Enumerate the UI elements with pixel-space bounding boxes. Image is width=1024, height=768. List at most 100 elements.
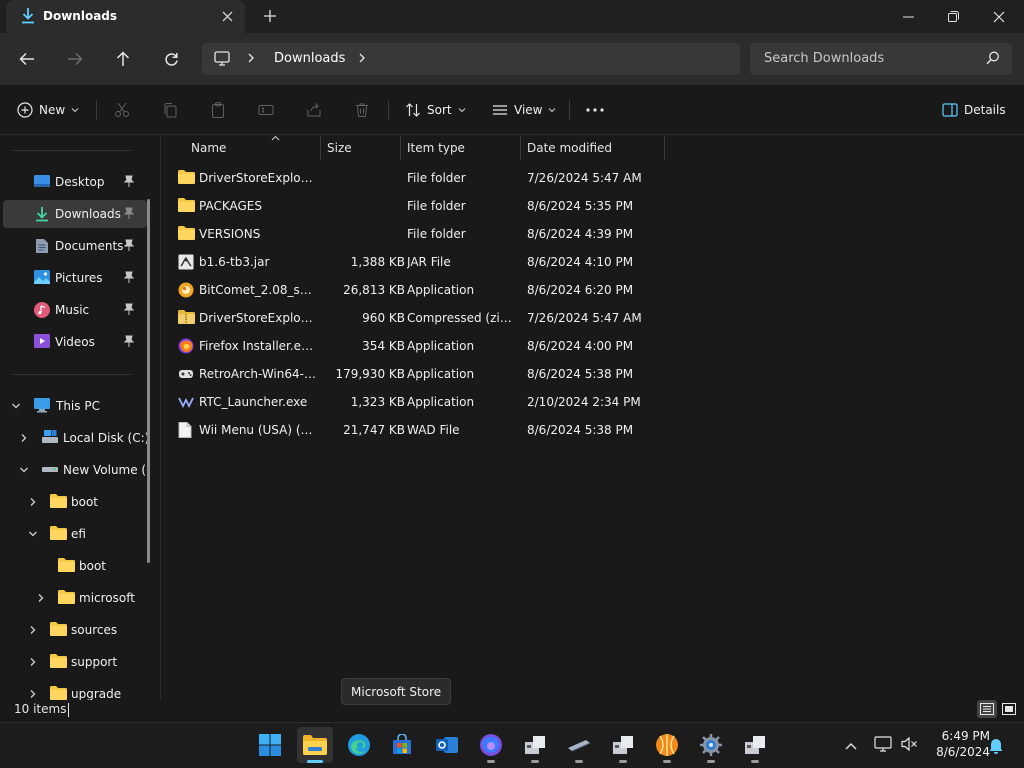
share-button[interactable] xyxy=(306,98,322,122)
sidebar-item-downloads[interactable]: Downloads xyxy=(3,200,147,228)
pin-icon[interactable] xyxy=(123,207,135,222)
tree-item-upgrade[interactable]: upgrade xyxy=(3,680,147,700)
network-icon[interactable] xyxy=(874,736,892,755)
tree-item-local-disk[interactable]: Local Disk (C:) xyxy=(3,424,149,452)
details-pane-button[interactable]: Details xyxy=(942,98,1006,122)
refresh-icon xyxy=(164,52,178,66)
file-row[interactable]: BitComet_2.08_setu... 26,813 KBApplicatio… xyxy=(173,276,663,304)
chevron-right-icon[interactable] xyxy=(28,496,38,510)
chevron-down-icon[interactable] xyxy=(11,400,21,414)
breadcrumb-downloads[interactable]: Downloads xyxy=(274,51,345,66)
taskbar-app-3[interactable] xyxy=(605,727,641,763)
search-input[interactable]: Search Downloads xyxy=(750,43,1012,75)
taskbar-edge[interactable] xyxy=(341,727,377,763)
tree-item-boot[interactable]: boot xyxy=(3,488,147,516)
details-view-button[interactable] xyxy=(977,700,997,718)
navigation-pane[interactable]: Desktop Downloads Documents Pictures Mus… xyxy=(0,136,158,700)
tree-item-new-volume[interactable]: New Volume (I xyxy=(3,456,150,484)
sidebar-item-videos[interactable]: Videos xyxy=(3,328,147,356)
view-button[interactable]: View xyxy=(492,98,556,122)
file-row[interactable]: RTC_Launcher.exe 1,323 KB Application 2/10/… xyxy=(173,388,663,416)
back-button[interactable] xyxy=(13,45,41,73)
clock[interactable]: 6:49 PM 8/6/2024 xyxy=(920,728,990,760)
taskbar-outlook[interactable] xyxy=(429,727,465,763)
maximize-button[interactable] xyxy=(930,0,976,33)
tree-item-efi-boot[interactable]: boot xyxy=(3,552,147,580)
search-icon[interactable] xyxy=(986,51,1000,68)
column-header-size[interactable]: Size xyxy=(321,136,401,160)
file-row[interactable]: RetroArch-Win64-s... 179,930 KB Applicatio… xyxy=(173,360,663,388)
file-row[interactable]: Wii Menu (USA) (v4... 21,747 KB WAD File 8/… xyxy=(173,416,663,444)
cut-button[interactable] xyxy=(114,98,130,122)
more-options-button[interactable] xyxy=(586,98,604,122)
store-icon xyxy=(393,734,411,754)
taskbar-firefox[interactable] xyxy=(473,727,509,763)
chevron-right-icon[interactable] xyxy=(36,592,46,606)
pin-icon[interactable] xyxy=(123,271,135,286)
file-row[interactable]: Firefox Installer.en-... 354 KB Applicatio… xyxy=(173,332,663,360)
file-row[interactable]: b1.6-tb3.jar 1,388 KB JAR File 8/6/2024 4:1… xyxy=(173,248,663,276)
taskbar-app-2[interactable] xyxy=(561,727,597,763)
chevron-right-icon[interactable] xyxy=(28,688,38,700)
sidebar-item-pictures[interactable]: Pictures xyxy=(3,264,147,292)
minimize-button[interactable] xyxy=(885,0,931,33)
copy-button[interactable] xyxy=(162,98,178,122)
column-header-name[interactable]: Name xyxy=(185,135,321,160)
tiles-view-button[interactable] xyxy=(999,700,1019,718)
sort-button[interactable]: Sort xyxy=(405,98,466,122)
file-row[interactable]: VERSIONS File folder 8/6/2024 4:39 PM xyxy=(173,220,663,248)
address-bar[interactable]: Downloads xyxy=(202,43,740,75)
pin-icon[interactable] xyxy=(123,175,135,190)
chevron-right-icon[interactable] xyxy=(246,51,256,68)
pin-icon[interactable] xyxy=(123,303,135,318)
notification-bell-icon[interactable] xyxy=(988,737,1004,757)
chevron-right-icon[interactable] xyxy=(19,432,29,446)
taskbar-microsoft-store[interactable] xyxy=(384,727,420,763)
sidebar-item-music[interactable]: Music xyxy=(3,296,147,324)
new-button[interactable]: New xyxy=(17,98,79,122)
refresh-button[interactable] xyxy=(157,45,185,73)
chevron-right-icon[interactable] xyxy=(357,51,367,68)
pin-icon[interactable] xyxy=(123,239,135,254)
rename-button[interactable] xyxy=(258,98,274,122)
pin-icon[interactable] xyxy=(123,335,135,350)
file-row[interactable]: PACKAGES File folder 8/6/2024 5:35 PM xyxy=(173,192,663,220)
delete-button[interactable] xyxy=(354,98,370,122)
taskbar-file-explorer[interactable] xyxy=(297,727,333,763)
chevron-up-icon[interactable] xyxy=(845,739,857,753)
file-row[interactable]: DriverStoreExplorer.... 960 KBCompressed … xyxy=(173,304,663,332)
chevron-down-icon[interactable] xyxy=(28,528,38,542)
paste-button[interactable] xyxy=(210,98,226,122)
tree-item-sources[interactable]: sources xyxy=(3,616,147,644)
forward-button[interactable] xyxy=(61,45,89,73)
taskbar-app-1[interactable] xyxy=(517,727,553,763)
volume-muted-icon[interactable] xyxy=(900,736,918,755)
file-date: 8/6/2024 4:10 PM xyxy=(527,255,634,269)
file-row[interactable]: DriverStoreExplorer.... File folder 7/26/2… xyxy=(173,164,663,192)
tree-item-microsoft[interactable]: microsoft xyxy=(3,584,147,612)
pictures-icon xyxy=(34,270,50,287)
sidebar-item-desktop[interactable]: Desktop xyxy=(3,168,147,196)
tree-item-this-pc[interactable]: This PC xyxy=(3,392,147,420)
chevron-right-icon[interactable] xyxy=(28,656,38,670)
navigation-bar: Downloads Search Downloads xyxy=(0,33,1024,85)
tree-item-efi[interactable]: efi xyxy=(3,520,147,548)
taskbar-settings[interactable] xyxy=(693,727,729,763)
file-list[interactable]: Name Size Item type Date modified Driver… xyxy=(160,135,1024,700)
column-header-type[interactable]: Item type xyxy=(401,136,521,160)
chevron-right-icon[interactable] xyxy=(28,624,38,638)
up-button[interactable] xyxy=(109,45,137,73)
column-header-date[interactable]: Date modified xyxy=(521,136,665,160)
chevron-down-icon[interactable] xyxy=(19,464,29,478)
clock-time: 6:49 PM xyxy=(941,729,990,743)
close-window-button[interactable] xyxy=(976,0,1022,33)
new-tab-button[interactable] xyxy=(260,6,280,26)
sidebar-scrollbar[interactable] xyxy=(147,199,150,563)
close-tab-button[interactable] xyxy=(217,6,237,26)
tree-item-support[interactable]: support xyxy=(3,648,147,676)
sidebar-item-documents[interactable]: Documents xyxy=(3,232,147,260)
taskbar-app-4[interactable] xyxy=(649,727,685,763)
start-button[interactable] xyxy=(252,727,288,763)
taskbar-app-5[interactable] xyxy=(737,727,773,763)
tab-downloads[interactable]: Downloads xyxy=(6,0,245,33)
